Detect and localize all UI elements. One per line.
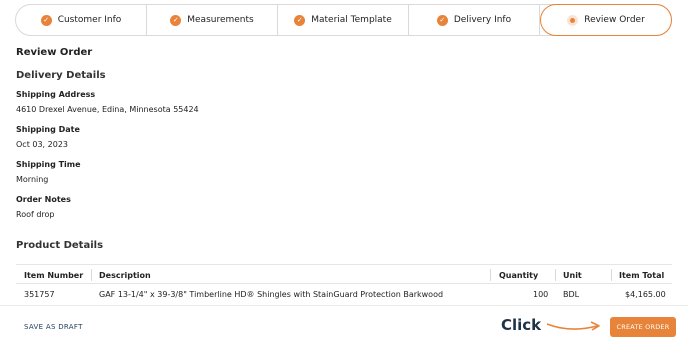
shipping-address-label: Shipping Address bbox=[16, 90, 96, 99]
step-label: Delivery Info bbox=[453, 15, 512, 25]
step-label: Material Template bbox=[311, 15, 392, 25]
shipping-address-value: 4610 Drexel Avenue, Edina, Minnesota 554… bbox=[16, 105, 199, 114]
product-details-heading: Product Details bbox=[16, 240, 104, 251]
current-step-dot-icon bbox=[567, 14, 579, 26]
delivery-details-heading: Delivery Details bbox=[16, 70, 106, 81]
column-header: Item Number bbox=[24, 271, 84, 280]
arrow-right-icon bbox=[546, 321, 600, 331]
click-annotation: Click bbox=[501, 316, 542, 334]
check-circle-icon: ✓ bbox=[40, 14, 52, 26]
step-measurements[interactable]: ✓ Measurements bbox=[147, 5, 278, 35]
check-circle-icon: ✓ bbox=[294, 14, 306, 26]
table-cell: GAF 13-1/4" x 39-3/8" Timberline HD® Shi… bbox=[99, 290, 444, 299]
step-label: Customer Info bbox=[57, 15, 122, 25]
table-cell: $4,165.00 bbox=[625, 290, 666, 299]
column-header: Description bbox=[99, 271, 151, 280]
check-circle-icon: ✓ bbox=[170, 14, 182, 26]
create-order-button[interactable]: CREATE ORDER bbox=[610, 317, 676, 337]
shipping-date-label: Shipping Date bbox=[16, 125, 80, 134]
step-delivery-info[interactable]: ✓ Delivery Info bbox=[409, 5, 540, 35]
column-divider bbox=[91, 269, 92, 281]
step-material-template[interactable]: ✓ Material Template bbox=[278, 5, 409, 35]
step-label: Review Order bbox=[584, 15, 645, 25]
step-label: Measurements bbox=[187, 15, 254, 25]
shipping-time-value: Morning bbox=[16, 175, 49, 184]
table-header: Item Number Description Quantity Unit It… bbox=[16, 264, 672, 284]
column-header: Item Total bbox=[619, 271, 665, 280]
column-divider bbox=[611, 269, 612, 281]
column-divider bbox=[490, 269, 491, 281]
shipping-date-value: Oct 03, 2023 bbox=[16, 140, 68, 149]
shipping-time-label: Shipping Time bbox=[16, 160, 81, 169]
column-divider bbox=[555, 269, 556, 281]
step-customer-info[interactable]: ✓ Customer Info bbox=[16, 5, 147, 35]
table-cell: 351757 bbox=[24, 290, 55, 299]
table-row: 351757 GAF 13-1/4" x 39-3/8" Timberline … bbox=[16, 284, 672, 304]
progress-stepper: ✓ Customer Info ✓ Measurements ✓ Materia… bbox=[15, 4, 672, 36]
table-cell: 100 bbox=[533, 290, 549, 299]
table-cell: BDL bbox=[563, 290, 580, 299]
order-notes-value: Roof drop bbox=[16, 210, 55, 219]
order-notes-label: Order Notes bbox=[16, 195, 71, 204]
column-header: Unit bbox=[563, 271, 582, 280]
save-as-draft-button[interactable]: SAVE AS DRAFT bbox=[24, 323, 83, 331]
page-title: Review Order bbox=[16, 47, 93, 58]
product-table: Item Number Description Quantity Unit It… bbox=[16, 264, 672, 304]
footer-bar: SAVE AS DRAFT Click CREATE ORDER bbox=[0, 305, 688, 346]
step-review-order[interactable]: Review Order bbox=[540, 4, 672, 36]
column-header: Quantity bbox=[499, 271, 539, 280]
check-circle-icon: ✓ bbox=[436, 14, 448, 26]
